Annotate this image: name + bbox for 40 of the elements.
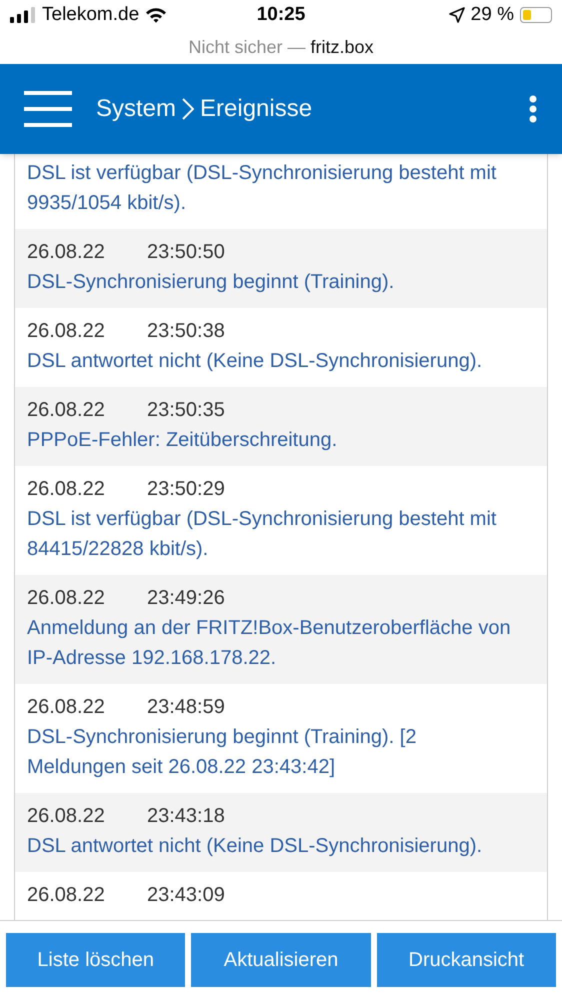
event-message: DSL-Synchronisierung beginnt (Training). [2 Meldungen seit 26.08.22 23:43:42] <box>27 725 418 780</box>
page-title: Ereignisse <box>200 94 312 124</box>
more-icon[interactable] <box>528 95 538 123</box>
event-message: Anmeldung an der FRITZ!Box-Benutzeroberfläche von IP-Adresse 192.168.178.22. <box>27 616 512 671</box>
event-time: 23:50:29 <box>147 477 225 502</box>
menu-icon[interactable] <box>24 91 72 127</box>
event-date: 26.08.22 <box>27 240 106 265</box>
event-time: 23:43:09 <box>147 883 225 908</box>
location-arrow-icon <box>448 7 465 23</box>
event-date: 26.08.22 <box>27 319 106 344</box>
event-message: DSL ist verfügbar (DSL-Synchronisierung besteht mit 9935/1054 kbit/s). <box>27 161 498 216</box>
event-date: 26.08.22 <box>27 398 106 423</box>
event-date: 26.08.22 <box>27 804 106 829</box>
event-time: 23:49:26 <box>147 586 225 611</box>
battery-icon <box>520 7 552 23</box>
event-date: 26.08.22 <box>27 477 106 502</box>
event-time: 23:50:50 <box>147 240 225 265</box>
event-time: 23:50:38 <box>147 319 225 344</box>
action-button[interactable]: Aktualisieren <box>191 933 371 987</box>
action-button[interactable]: Liste löschen <box>6 933 186 987</box>
wifi-icon <box>145 7 168 23</box>
url-bar[interactable]: Nicht sicher — fritz.box <box>188 34 374 60</box>
event-time: 23:43:18 <box>147 804 225 829</box>
chevron-right-icon <box>182 98 194 120</box>
event-date: 26.08.22 <box>27 883 106 908</box>
signal-icon <box>10 7 36 23</box>
event-date: 26.08.22 <box>27 586 106 611</box>
event-time: 23:48:59 <box>147 695 225 720</box>
action-button[interactable]: Druckansicht <box>376 933 556 987</box>
clock-time: 10:25 <box>256 2 306 27</box>
event-message: DSL antwortet nicht (Keine DSL-Synchronisierung). <box>27 349 484 374</box>
event-message: DSL antwortet nicht (Keine DSL-Synchronisierung). <box>27 834 484 859</box>
event-date: 26.08.22 <box>27 695 106 720</box>
event-message: DSL-Synchronisierung beginnt (Training). <box>27 270 396 295</box>
carrier-name: Telekom.de <box>42 2 140 27</box>
event-time: 23:50:35 <box>147 398 225 423</box>
breadcrumb-section[interactable]: System <box>96 91 176 127</box>
event-message: DSL ist verfügbar (DSL-Synchronisierung besteht mit 84415/22828 kbit/s). <box>27 507 498 562</box>
event-message: PPPoE-Fehler: Zeitüberschreitung. <box>27 428 338 453</box>
battery-percent: 29 % <box>470 2 514 27</box>
